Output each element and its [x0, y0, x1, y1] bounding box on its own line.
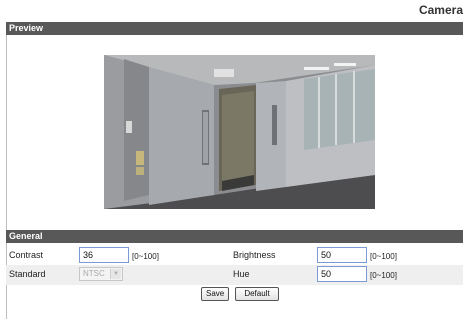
contrast-range: [0~100]	[132, 252, 159, 261]
settings-row-contrast-brightness: Contrast [0~100] Brightness [0~100]	[6, 246, 463, 266]
general-section-header: General	[6, 230, 463, 243]
hue-label: Hue	[233, 269, 250, 279]
hue-range: [0~100]	[370, 271, 397, 280]
chevron-down-icon: ▼	[110, 269, 121, 279]
brightness-input[interactable]	[317, 247, 367, 263]
settings-row-standard-hue: Standard NTSC ▼ Hue [0~100]	[6, 265, 463, 285]
standard-label: Standard	[9, 269, 46, 279]
camera-preview-image	[104, 55, 375, 209]
brightness-label: Brightness	[233, 250, 276, 260]
contrast-label: Contrast	[9, 250, 44, 260]
standard-select[interactable]: NTSC ▼	[79, 267, 123, 281]
standard-selected-value: NTSC	[83, 269, 105, 278]
contrast-input[interactable]	[79, 247, 129, 263]
hue-input[interactable]	[317, 266, 367, 282]
save-button[interactable]: Save	[201, 287, 229, 301]
page-title: Camera	[418, 3, 463, 17]
brightness-range: [0~100]	[370, 252, 397, 261]
preview-section-header: Preview	[6, 22, 463, 35]
default-button[interactable]: Default	[235, 287, 279, 301]
